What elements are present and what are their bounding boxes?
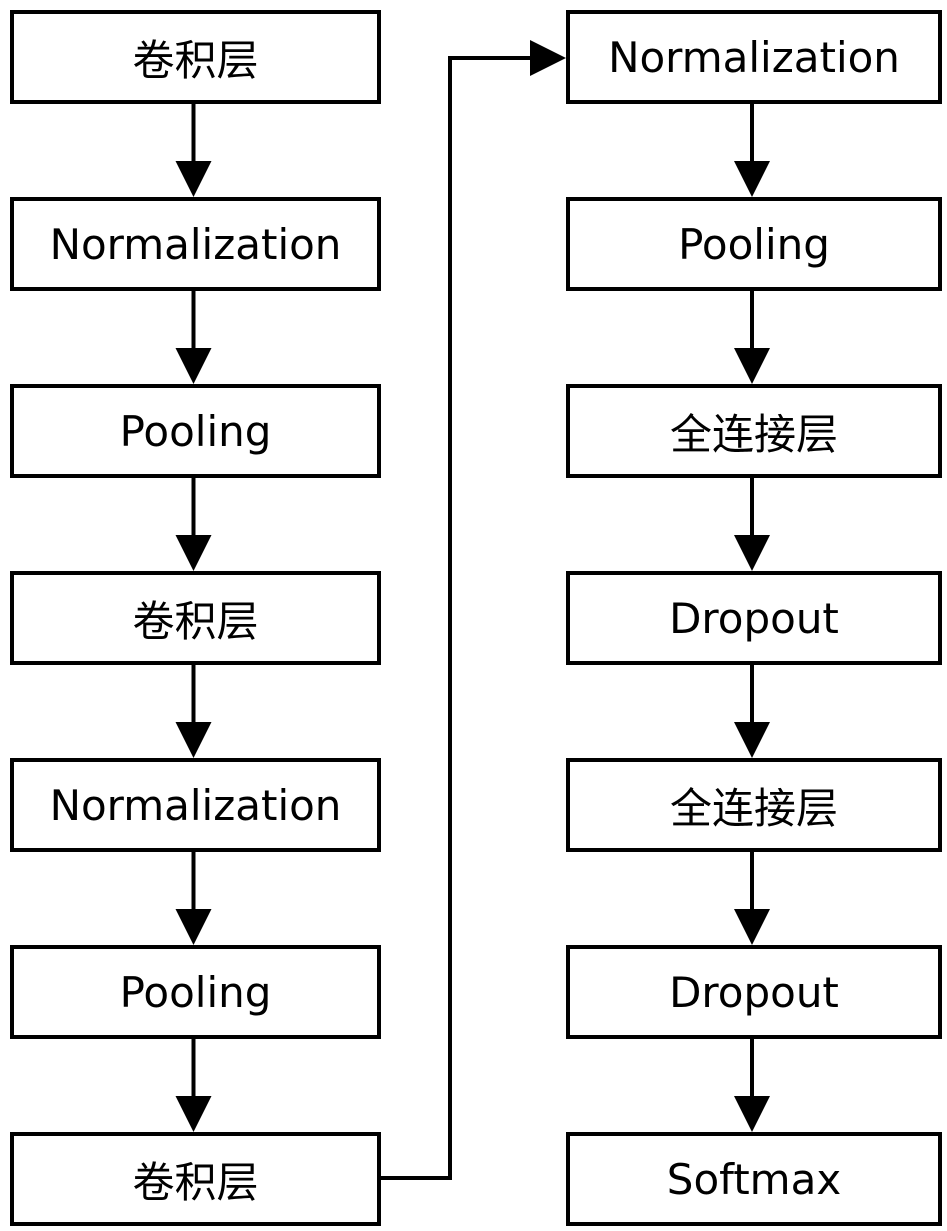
node-r4: Dropout (566, 571, 942, 665)
arrowhead-icon (734, 535, 770, 571)
arrowhead-icon (734, 161, 770, 197)
node-label: Softmax (666, 1154, 842, 1204)
node-label: Pooling (119, 967, 272, 1017)
arrowhead-icon (175, 535, 212, 571)
node-label: Normalization (608, 32, 900, 82)
node-label: 全连接层 (669, 409, 838, 459)
edge-line-L7-R1 (381, 56, 536, 1180)
node-l2: Normalization (10, 197, 381, 291)
arrowhead-icon (734, 909, 770, 945)
arrowhead-icon (175, 722, 212, 758)
node-label: 卷积层 (132, 1157, 259, 1207)
arrowhead-icon (175, 1096, 212, 1132)
node-l4: 卷积层 (10, 571, 381, 665)
node-label: Dropout (669, 967, 839, 1017)
node-l1: 卷积层 (10, 10, 381, 104)
node-label: 卷积层 (132, 596, 259, 646)
arrowhead-icon (530, 40, 566, 76)
arrowhead-icon (175, 909, 212, 945)
node-r1: Normalization (566, 10, 942, 104)
node-r7: Softmax (566, 1132, 942, 1226)
node-r3: 全连接层 (566, 384, 942, 478)
node-l7: 卷积层 (10, 1132, 381, 1226)
node-label: Dropout (669, 593, 839, 643)
node-label: Pooling (119, 406, 272, 456)
node-label: 全连接层 (669, 783, 838, 833)
node-r5: 全连接层 (566, 758, 942, 852)
node-l6: Pooling (10, 945, 381, 1039)
node-label: 卷积层 (132, 35, 259, 85)
arrowhead-icon (734, 348, 770, 384)
arrowhead-icon (175, 348, 212, 384)
node-label: Normalization (49, 219, 342, 269)
node-r2: Pooling (566, 197, 942, 291)
node-l5: Normalization (10, 758, 381, 852)
node-l3: Pooling (10, 384, 381, 478)
arrowhead-icon (734, 722, 770, 758)
node-label: Normalization (49, 780, 342, 830)
node-label: Pooling (678, 219, 830, 269)
arrowhead-icon (734, 1096, 770, 1132)
node-r6: Dropout (566, 945, 942, 1039)
arrowhead-icon (175, 161, 212, 197)
